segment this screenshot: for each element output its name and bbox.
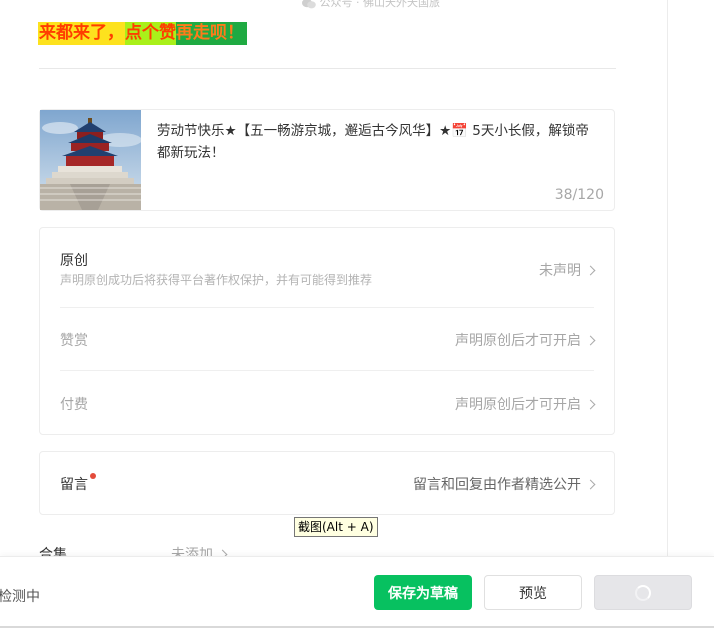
- chevron-right-icon: [585, 399, 596, 409]
- page-edge: [667, 0, 668, 560]
- paid-value-text: 声明原创后才可开启: [455, 397, 581, 413]
- screenshot-tooltip: 截图(Alt + A): [294, 517, 378, 537]
- article-summary-card[interactable]: 劳动节快乐★【五一畅游京城，邂逅古今风华】★📅 5天小长假，解锁帝都新玩法！ 3…: [39, 109, 615, 211]
- save-draft-button[interactable]: 保存为草稿: [374, 575, 472, 610]
- comments-value-text: 留言和回复由作者精选公开: [413, 477, 581, 493]
- promo-part-2: 点个赞: [125, 22, 176, 45]
- account-note-text: 公众号 · 佛山天外天国旅: [319, 0, 441, 9]
- comments-setting-card[interactable]: 留言 留言和回复由作者精选公开: [39, 451, 615, 515]
- promo-part-1: 来都来了，: [38, 22, 125, 45]
- declaration-settings-card: 原创 声明原创成功后将获得平台著作权保护，并有可能得到推荐 未声明 赞赏 声明原…: [39, 227, 615, 435]
- new-feature-dot: [90, 473, 96, 479]
- reward-row[interactable]: 赞赏 声明原创后才可开启: [60, 330, 596, 352]
- article-title[interactable]: 劳动节快乐★【五一畅游京城，邂逅古今风华】★📅 5天小长假，解锁帝都新玩法！: [157, 120, 597, 164]
- promo-banner: 来都来了， 点个赞 再走呗！: [38, 22, 247, 45]
- row-divider: [60, 307, 594, 308]
- reward-value[interactable]: 声明原创后才可开启: [455, 330, 596, 350]
- account-note: 公众号 · 佛山天外天国旅: [302, 0, 440, 10]
- cover-image[interactable]: [40, 110, 141, 210]
- preview-button[interactable]: 预览: [484, 575, 582, 610]
- bottom-action-bar: 检测中 保存为草稿 预览: [0, 556, 714, 629]
- paid-value[interactable]: 声明原创后才可开启: [455, 394, 596, 414]
- title-char-counter: 38/120: [554, 187, 604, 203]
- comments-row[interactable]: 留言 留言和回复由作者精选公开: [60, 473, 596, 496]
- comments-label: 留言: [60, 477, 88, 493]
- original-row[interactable]: 原创 声明原创成功后将获得平台著作权保护，并有可能得到推荐 未声明: [60, 250, 596, 290]
- reward-label: 赞赏: [60, 333, 88, 349]
- row-divider: [60, 370, 594, 371]
- wechat-icon: [302, 0, 316, 8]
- paid-row[interactable]: 付费 声明原创后才可开启: [60, 394, 596, 416]
- original-value[interactable]: 未声明: [539, 260, 596, 280]
- paid-label: 付费: [60, 397, 88, 413]
- original-desc: 声明原创成功后将获得平台著作权保护，并有可能得到推荐: [60, 273, 373, 287]
- chevron-right-icon: [585, 265, 596, 275]
- publish-button[interactable]: [594, 575, 692, 610]
- check-status: 检测中: [0, 589, 40, 605]
- chevron-right-icon: [585, 479, 596, 489]
- original-label: 原创: [60, 253, 88, 269]
- promo-part-3: 再走呗！: [176, 22, 247, 45]
- comments-value[interactable]: 留言和回复由作者精选公开: [413, 474, 596, 494]
- original-value-text: 未声明: [539, 263, 581, 279]
- divider: [39, 68, 616, 69]
- loading-spinner-icon: [635, 584, 651, 601]
- chevron-right-icon: [585, 335, 596, 345]
- reward-value-text: 声明原创后才可开启: [455, 333, 581, 349]
